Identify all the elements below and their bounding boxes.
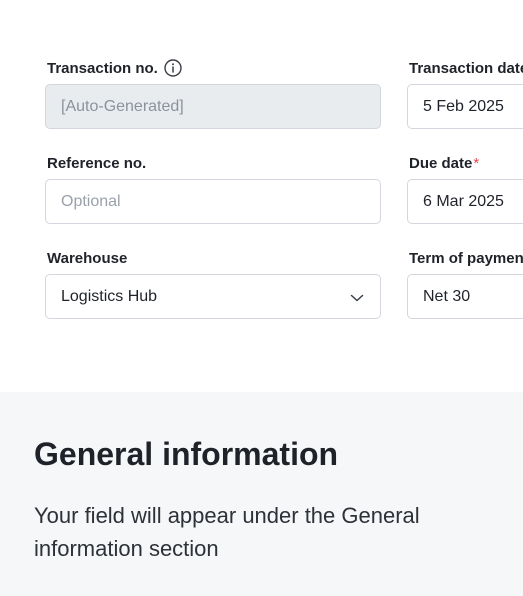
transaction-date-label-text: Transaction date (409, 59, 523, 77)
warehouse-label: Warehouse (47, 248, 127, 268)
due-date-label: Due date * (409, 153, 479, 173)
transaction-no-label: Transaction no. (47, 58, 182, 78)
section-description: Your field will appear under the General… (34, 503, 420, 561)
due-date-label-text: Due date (409, 154, 473, 172)
due-date-value: 6 Mar 2025 (423, 192, 504, 210)
reference-no-placeholder: Optional (61, 192, 121, 210)
transaction-no-field: [Auto-Generated] (45, 84, 381, 129)
info-icon[interactable] (164, 59, 182, 77)
term-of-payment-value: Net 30 (423, 287, 471, 305)
transaction-date-value: 5 Feb 2025 (423, 97, 504, 115)
transaction-form: Transaction no. [Auto-Generated] Transac… (0, 0, 523, 392)
reference-no-label: Reference no. (47, 153, 146, 173)
section-title: General information (34, 436, 339, 472)
term-of-payment-label: Term of payment (409, 248, 523, 268)
due-date-field[interactable]: 6 Mar 2025 (407, 179, 523, 224)
required-asterisk: * (473, 154, 480, 172)
transaction-no-label-text: Transaction no. (47, 59, 158, 77)
warehouse-select[interactable]: Logistics Hub (45, 274, 381, 319)
transaction-date-field[interactable]: 5 Feb 2025 (407, 84, 523, 129)
transaction-date-label: Transaction date (409, 58, 523, 78)
chevron-down-icon (350, 290, 364, 302)
general-information-section: General information Your field will appe… (0, 392, 523, 596)
term-of-payment-select[interactable]: Net 30 (407, 274, 523, 319)
transaction-no-value: [Auto-Generated] (61, 97, 184, 115)
reference-no-label-text: Reference no. (47, 154, 147, 172)
warehouse-value: Logistics Hub (61, 287, 158, 305)
warehouse-label-text: Warehouse (47, 249, 128, 267)
term-of-payment-label-text: Term of payment (409, 249, 523, 267)
reference-no-field[interactable]: Optional (45, 179, 381, 224)
